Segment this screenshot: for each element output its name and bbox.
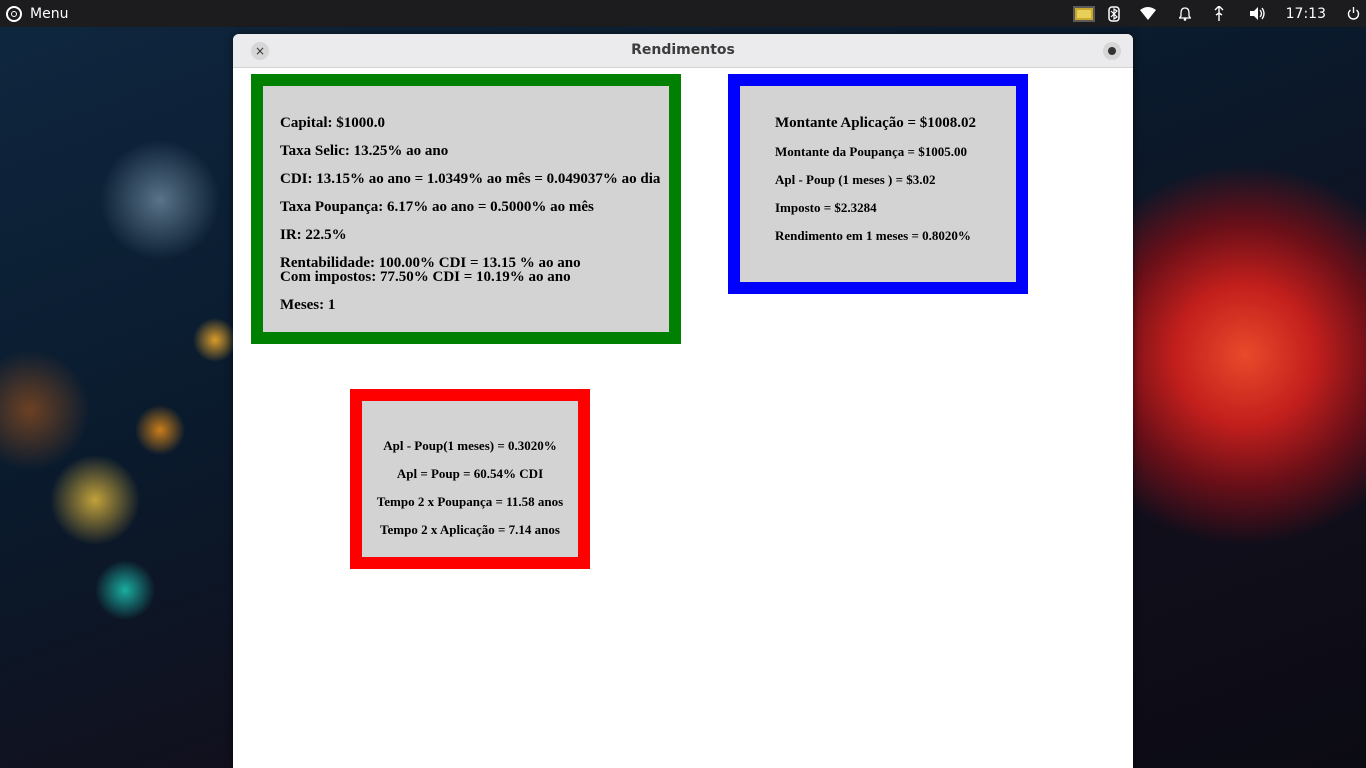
app-window: × Rendimentos Capital: $1000.0 Taxa Seli… [233, 34, 1133, 768]
bell-icon[interactable] [1168, 0, 1202, 27]
params-panel: Capital: $1000.0 Taxa Selic: 13.25% ao a… [251, 74, 681, 344]
selic-text: Taxa Selic: 13.25% ao ano [280, 143, 449, 159]
com-impostos-text: Com impostos: 77.50% CDI = 10.19% ao ano [280, 269, 571, 285]
wifi-icon[interactable] [1128, 0, 1168, 27]
capital-text: Capital: $1000.0 [280, 115, 385, 131]
montante-aplicacao-text: Montante Aplicação = $1008.02 [775, 115, 977, 131]
window-title: Rendimentos [631, 42, 735, 58]
montante-poupanca-text: Montante da Poupança = $1005.00 [775, 144, 967, 159]
cdi-text: CDI: 13.15% ao ano = 1.0349% ao mês = 0.… [280, 171, 661, 187]
bluetooth-icon[interactable] [1100, 0, 1128, 27]
top-panel: Menu 17:13 [0, 0, 1366, 27]
rendimento-text: Rendimento em 1 meses = 0.8020% [775, 228, 971, 243]
imposto-text: Imposto = $2.3284 [775, 200, 877, 215]
ubuntu-logo-icon [6, 5, 22, 22]
apl-eq-poup-text: Apl = Poup = 60.54% CDI [396, 466, 544, 481]
dot-icon [1108, 47, 1116, 55]
network-icon[interactable] [1202, 0, 1236, 27]
tempo-poupanca-text: Tempo 2 x Poupança = 11.58 anos [376, 494, 564, 509]
ir-text: IR: 22.5% [280, 227, 347, 243]
power-icon[interactable] [1340, 0, 1366, 27]
menu-label: Menu [30, 5, 69, 22]
apl-poup-pct-text: Apl - Poup(1 meses) = 0.3020% [383, 438, 557, 453]
poupanca-text: Taxa Poupança: 6.17% ao ano = 0.5000% ao… [280, 199, 594, 215]
menu-button[interactable]: Menu [6, 3, 68, 24]
tempo-aplicacao-text: Tempo 2 x Aplicação = 7.14 anos [380, 522, 560, 537]
volume-icon[interactable] [1236, 0, 1280, 27]
compare-panel: Apl - Poup(1 meses) = 0.3020% Apl = Poup… [350, 389, 590, 569]
meses-text: Meses: 1 [280, 297, 336, 313]
display-icon[interactable] [1068, 0, 1100, 27]
clock[interactable]: 17:13 [1286, 0, 1326, 27]
results-panel: Montante Aplicação = $1008.02 Montante d… [728, 74, 1028, 294]
window-menu-button[interactable] [1103, 42, 1121, 60]
system-tray: 17:13 [1068, 0, 1366, 27]
apl-poup-text: Apl - Poup (1 meses ) = $3.02 [775, 172, 936, 187]
titlebar[interactable]: × Rendimentos [233, 34, 1133, 68]
